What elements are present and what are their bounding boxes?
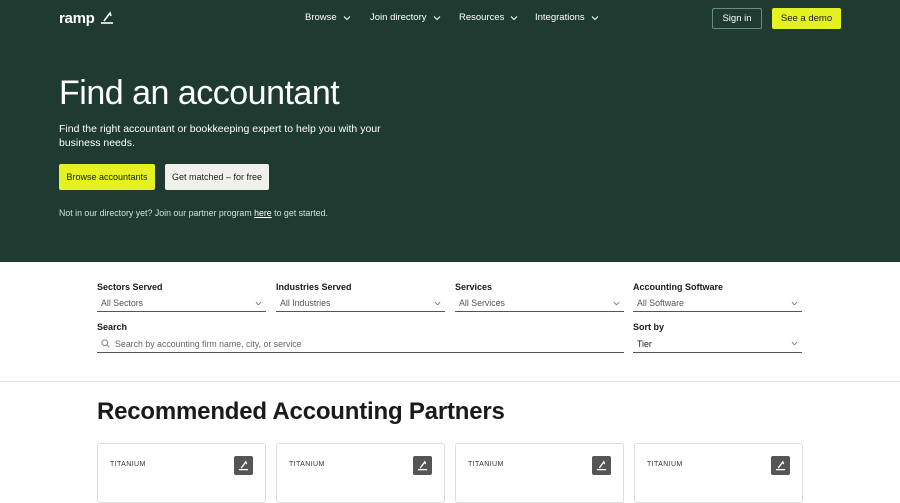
search-icon	[101, 339, 110, 348]
software-filter-label: Accounting Software	[633, 282, 724, 292]
search-input[interactable]: Search by accounting firm name, city, or…	[97, 335, 624, 353]
hero-subtitle: Find the right accountant or bookkeeping…	[59, 123, 381, 149]
chevron-down-icon	[255, 301, 262, 306]
sectors-select[interactable]: All Sectors	[97, 295, 266, 312]
card-tier: TITANIUM	[289, 461, 325, 468]
industries-select-value: All Industries	[280, 298, 331, 308]
hero-section: ramp Browse Join directory Resources Int…	[0, 0, 900, 262]
logo-text: ramp	[59, 9, 95, 27]
services-select-value: All Services	[459, 298, 505, 308]
get-matched-button[interactable]: Get matched – for free	[165, 164, 269, 190]
search-placeholder: Search by accounting firm name, city, or…	[115, 338, 302, 349]
sectors-select-value: All Sectors	[101, 298, 144, 308]
partner-card[interactable]: TITANIUM	[455, 443, 624, 503]
chevron-down-icon	[791, 341, 798, 346]
sign-in-button[interactable]: Sign in	[712, 8, 762, 29]
chevron-down-icon	[343, 15, 351, 20]
software-select[interactable]: All Software	[633, 295, 802, 312]
services-filter-label: Services	[455, 282, 493, 292]
ramp-badge-icon	[234, 456, 253, 475]
industries-filter-label: Industries Served	[276, 282, 352, 292]
industries-select[interactable]: All Industries	[276, 295, 445, 312]
sort-select-value: Tier	[637, 338, 652, 349]
card-tier: TITANIUM	[647, 461, 683, 468]
filter-section: Sectors Served All Sectors Industries Se…	[0, 262, 900, 382]
partner-card[interactable]: TITANIUM	[634, 443, 803, 503]
nav-browse-label: Browse	[305, 12, 337, 23]
nav-resources[interactable]: Resources	[459, 12, 518, 23]
sort-select[interactable]: Tier	[633, 335, 802, 353]
partner-suffix: to get started.	[271, 208, 328, 218]
partner-program-link[interactable]: here	[254, 208, 272, 218]
chevron-down-icon	[613, 301, 620, 306]
services-select[interactable]: All Services	[455, 295, 624, 312]
recommended-title: Recommended Accounting Partners	[97, 398, 505, 425]
chevron-down-icon	[511, 15, 518, 20]
sectors-filter-label: Sectors Served	[97, 282, 163, 292]
sort-label: Sort by	[633, 322, 665, 332]
ramp-badge-icon	[592, 456, 611, 475]
nav-join-directory[interactable]: Join directory	[370, 12, 441, 23]
page-title: Find an accountant	[59, 74, 340, 112]
card-tier: TITANIUM	[110, 461, 146, 468]
nav-integrations[interactable]: Integrations	[535, 12, 599, 23]
partner-prefix: Not in our directory yet? Join our partn…	[59, 208, 255, 218]
ramp-badge-icon	[771, 456, 790, 475]
nav-resources-label: Resources	[459, 12, 505, 23]
partner-card[interactable]: TITANIUM	[97, 443, 266, 503]
nav-integrations-label: Integrations	[535, 12, 585, 23]
see-demo-button[interactable]: See a demo	[772, 8, 841, 29]
partner-card[interactable]: TITANIUM	[276, 443, 445, 503]
nav-join-directory-label: Join directory	[370, 12, 427, 23]
chevron-down-icon	[591, 15, 599, 20]
partner-program-text: Not in our directory yet? Join our partn…	[59, 208, 328, 218]
browse-accountants-button[interactable]: Browse accountants	[59, 164, 155, 190]
ramp-logo[interactable]: ramp	[59, 9, 114, 27]
chevron-down-icon	[791, 301, 798, 306]
card-tier: TITANIUM	[468, 461, 504, 468]
nav-browse[interactable]: Browse	[305, 12, 351, 23]
ramp-mark-icon	[101, 11, 114, 24]
chevron-down-icon	[434, 301, 441, 306]
ramp-badge-icon	[413, 456, 432, 475]
software-select-value: All Software	[637, 298, 684, 308]
search-label: Search	[97, 322, 128, 332]
chevron-down-icon	[433, 15, 440, 20]
